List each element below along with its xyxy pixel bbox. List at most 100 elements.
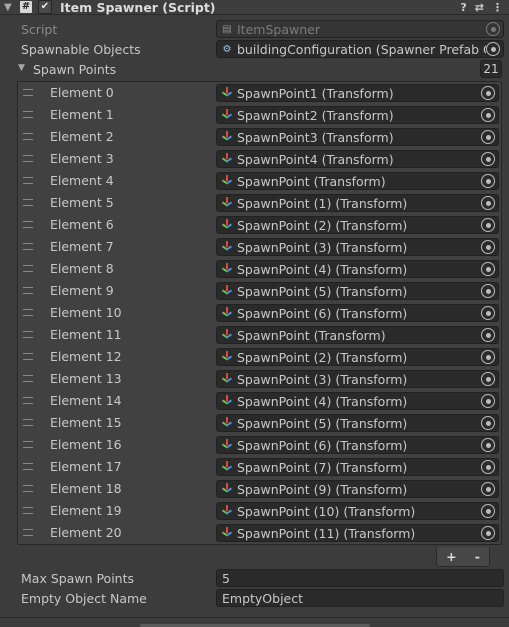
spawn-points-foldout-icon[interactable]: ▼ [18, 63, 25, 73]
drag-handle-icon[interactable] [23, 177, 33, 184]
transform-field[interactable]: SpawnPoint (7) (Transform) [216, 458, 499, 476]
object-picker-icon[interactable] [481, 372, 495, 386]
transform-field[interactable]: SpawnPoint (6) (Transform) [216, 436, 499, 454]
help-icon[interactable]: ? [460, 1, 466, 14]
transform-field[interactable]: SpawnPoint (5) (Transform) [216, 282, 499, 300]
drag-handle-icon[interactable] [23, 133, 33, 140]
transform-field[interactable]: SpawnPoint4 (Transform) [216, 150, 499, 168]
list-item[interactable]: Element 15 SpawnPoint (5) (Transform) [18, 412, 501, 434]
transform-value: SpawnPoint1 (Transform) [237, 85, 394, 101]
list-item[interactable]: Element 4 SpawnPoint (Transform) [18, 170, 501, 192]
object-picker-icon[interactable] [481, 482, 495, 496]
spawn-points-count[interactable]: 21 [480, 60, 502, 78]
list-item[interactable]: Element 12 SpawnPoint (2) (Transform) [18, 346, 501, 368]
object-picker-icon[interactable] [481, 328, 495, 342]
transform-field[interactable]: SpawnPoint (10) (Transform) [216, 502, 499, 520]
list-item[interactable]: Element 13 SpawnPoint (3) (Transform) [18, 368, 501, 390]
list-item[interactable]: Element 7 SpawnPoint (3) (Transform) [18, 236, 501, 258]
object-picker-icon[interactable] [481, 262, 495, 276]
object-picker-icon[interactable] [481, 394, 495, 408]
transform-field[interactable]: SpawnPoint (Transform) [216, 172, 499, 190]
drag-handle-icon[interactable] [23, 529, 33, 536]
drag-handle-icon[interactable] [23, 199, 33, 206]
transform-field[interactable]: SpawnPoint (3) (Transform) [216, 370, 499, 388]
transform-field[interactable]: SpawnPoint (6) (Transform) [216, 304, 499, 322]
list-item[interactable]: Element 10 SpawnPoint (6) (Transform) [18, 302, 501, 324]
object-picker-icon[interactable] [481, 284, 495, 298]
drag-handle-icon[interactable] [23, 375, 33, 382]
transform-field[interactable]: SpawnPoint (2) (Transform) [216, 348, 499, 366]
drag-handle-icon[interactable] [23, 309, 33, 316]
drag-handle-icon[interactable] [23, 89, 33, 96]
object-picker-icon[interactable] [481, 306, 495, 320]
object-picker-icon[interactable] [481, 350, 495, 364]
object-picker-icon[interactable] [481, 438, 495, 452]
drag-handle-icon[interactable] [23, 419, 33, 426]
transform-field[interactable]: SpawnPoint2 (Transform) [216, 106, 499, 124]
transform-field[interactable]: SpawnPoint (4) (Transform) [216, 260, 499, 278]
drag-handle-icon[interactable] [23, 155, 33, 162]
drag-handle-icon[interactable] [23, 243, 33, 250]
list-item[interactable]: Element 19 SpawnPoint (10) (Transform) [18, 500, 501, 522]
object-picker-icon[interactable] [481, 108, 495, 122]
object-picker-icon[interactable] [481, 526, 495, 540]
transform-field[interactable]: SpawnPoint (2) (Transform) [216, 216, 499, 234]
object-picker-icon[interactable] [481, 460, 495, 474]
drag-handle-icon[interactable] [23, 463, 33, 470]
object-picker-icon[interactable] [481, 218, 495, 232]
list-item[interactable]: Element 18 SpawnPoint (9) (Transform) [18, 478, 501, 500]
transform-field[interactable]: SpawnPoint (1) (Transform) [216, 194, 499, 212]
list-item[interactable]: Element 11 SpawnPoint (Transform) [18, 324, 501, 346]
transform-field[interactable]: SpawnPoint1 (Transform) [216, 84, 499, 102]
list-item[interactable]: Element 2 SpawnPoint3 (Transform) [18, 126, 501, 148]
spawn-points-label[interactable]: Spawn Points [33, 62, 116, 77]
object-picker-icon[interactable] [481, 416, 495, 430]
drag-handle-icon[interactable] [23, 287, 33, 294]
list-item[interactable]: Element 8 SpawnPoint (4) (Transform) [18, 258, 501, 280]
enabled-checkbox[interactable]: ✔ [38, 0, 52, 14]
object-picker-icon[interactable] [481, 196, 495, 210]
transform-field[interactable]: SpawnPoint (4) (Transform) [216, 392, 499, 410]
transform-field[interactable]: SpawnPoint3 (Transform) [216, 128, 499, 146]
remove-element-button[interactable]: - [475, 549, 480, 564]
more-icon[interactable]: ⋮ [492, 1, 503, 14]
object-picker-icon[interactable] [481, 130, 495, 144]
add-element-button[interactable]: + [446, 549, 456, 564]
transform-field[interactable]: SpawnPoint (11) (Transform) [216, 524, 499, 542]
object-picker-icon[interactable] [486, 42, 500, 56]
object-picker-icon[interactable] [481, 86, 495, 100]
max-spawn-field[interactable]: 5 [216, 569, 504, 587]
drag-handle-icon[interactable] [23, 221, 33, 228]
spawnable-field[interactable]: ⚙ buildingConfiguration (Spawner Prefab … [216, 40, 504, 58]
foldout-arrow-icon[interactable]: ▼ [4, 2, 16, 13]
transform-field[interactable]: SpawnPoint (3) (Transform) [216, 238, 499, 256]
list-item[interactable]: Element 16 SpawnPoint (6) (Transform) [18, 434, 501, 456]
list-item[interactable]: Element 5 SpawnPoint (1) (Transform) [18, 192, 501, 214]
drag-handle-icon[interactable] [23, 111, 33, 118]
list-item[interactable]: Element 20 SpawnPoint (11) (Transform) [18, 522, 501, 544]
transform-field[interactable]: SpawnPoint (Transform) [216, 326, 499, 344]
object-picker-icon[interactable] [481, 240, 495, 254]
spawnable-label: Spawnable Objects [21, 41, 141, 57]
drag-handle-icon[interactable] [23, 331, 33, 338]
list-item[interactable]: Element 3 SpawnPoint4 (Transform) [18, 148, 501, 170]
empty-name-field[interactable]: EmptyObject [216, 589, 504, 607]
transform-field[interactable]: SpawnPoint (9) (Transform) [216, 480, 499, 498]
drag-handle-icon[interactable] [23, 397, 33, 404]
object-picker-icon[interactable] [481, 174, 495, 188]
drag-handle-icon[interactable] [23, 265, 33, 272]
list-item[interactable]: Element 6 SpawnPoint (2) (Transform) [18, 214, 501, 236]
list-item[interactable]: Element 1 SpawnPoint2 (Transform) [18, 104, 501, 126]
drag-handle-icon[interactable] [23, 485, 33, 492]
object-picker-icon[interactable] [481, 504, 495, 518]
drag-handle-icon[interactable] [23, 507, 33, 514]
transform-field[interactable]: SpawnPoint (5) (Transform) [216, 414, 499, 432]
list-item[interactable]: Element 17 SpawnPoint (7) (Transform) [18, 456, 501, 478]
drag-handle-icon[interactable] [23, 441, 33, 448]
list-item[interactable]: Element 9 SpawnPoint (5) (Transform) [18, 280, 501, 302]
preset-icon[interactable]: ⇄ [475, 1, 484, 14]
list-item[interactable]: Element 14 SpawnPoint (4) (Transform) [18, 390, 501, 412]
list-item[interactable]: Element 0 SpawnPoint1 (Transform) [18, 82, 501, 104]
object-picker-icon[interactable] [481, 152, 495, 166]
drag-handle-icon[interactable] [23, 353, 33, 360]
